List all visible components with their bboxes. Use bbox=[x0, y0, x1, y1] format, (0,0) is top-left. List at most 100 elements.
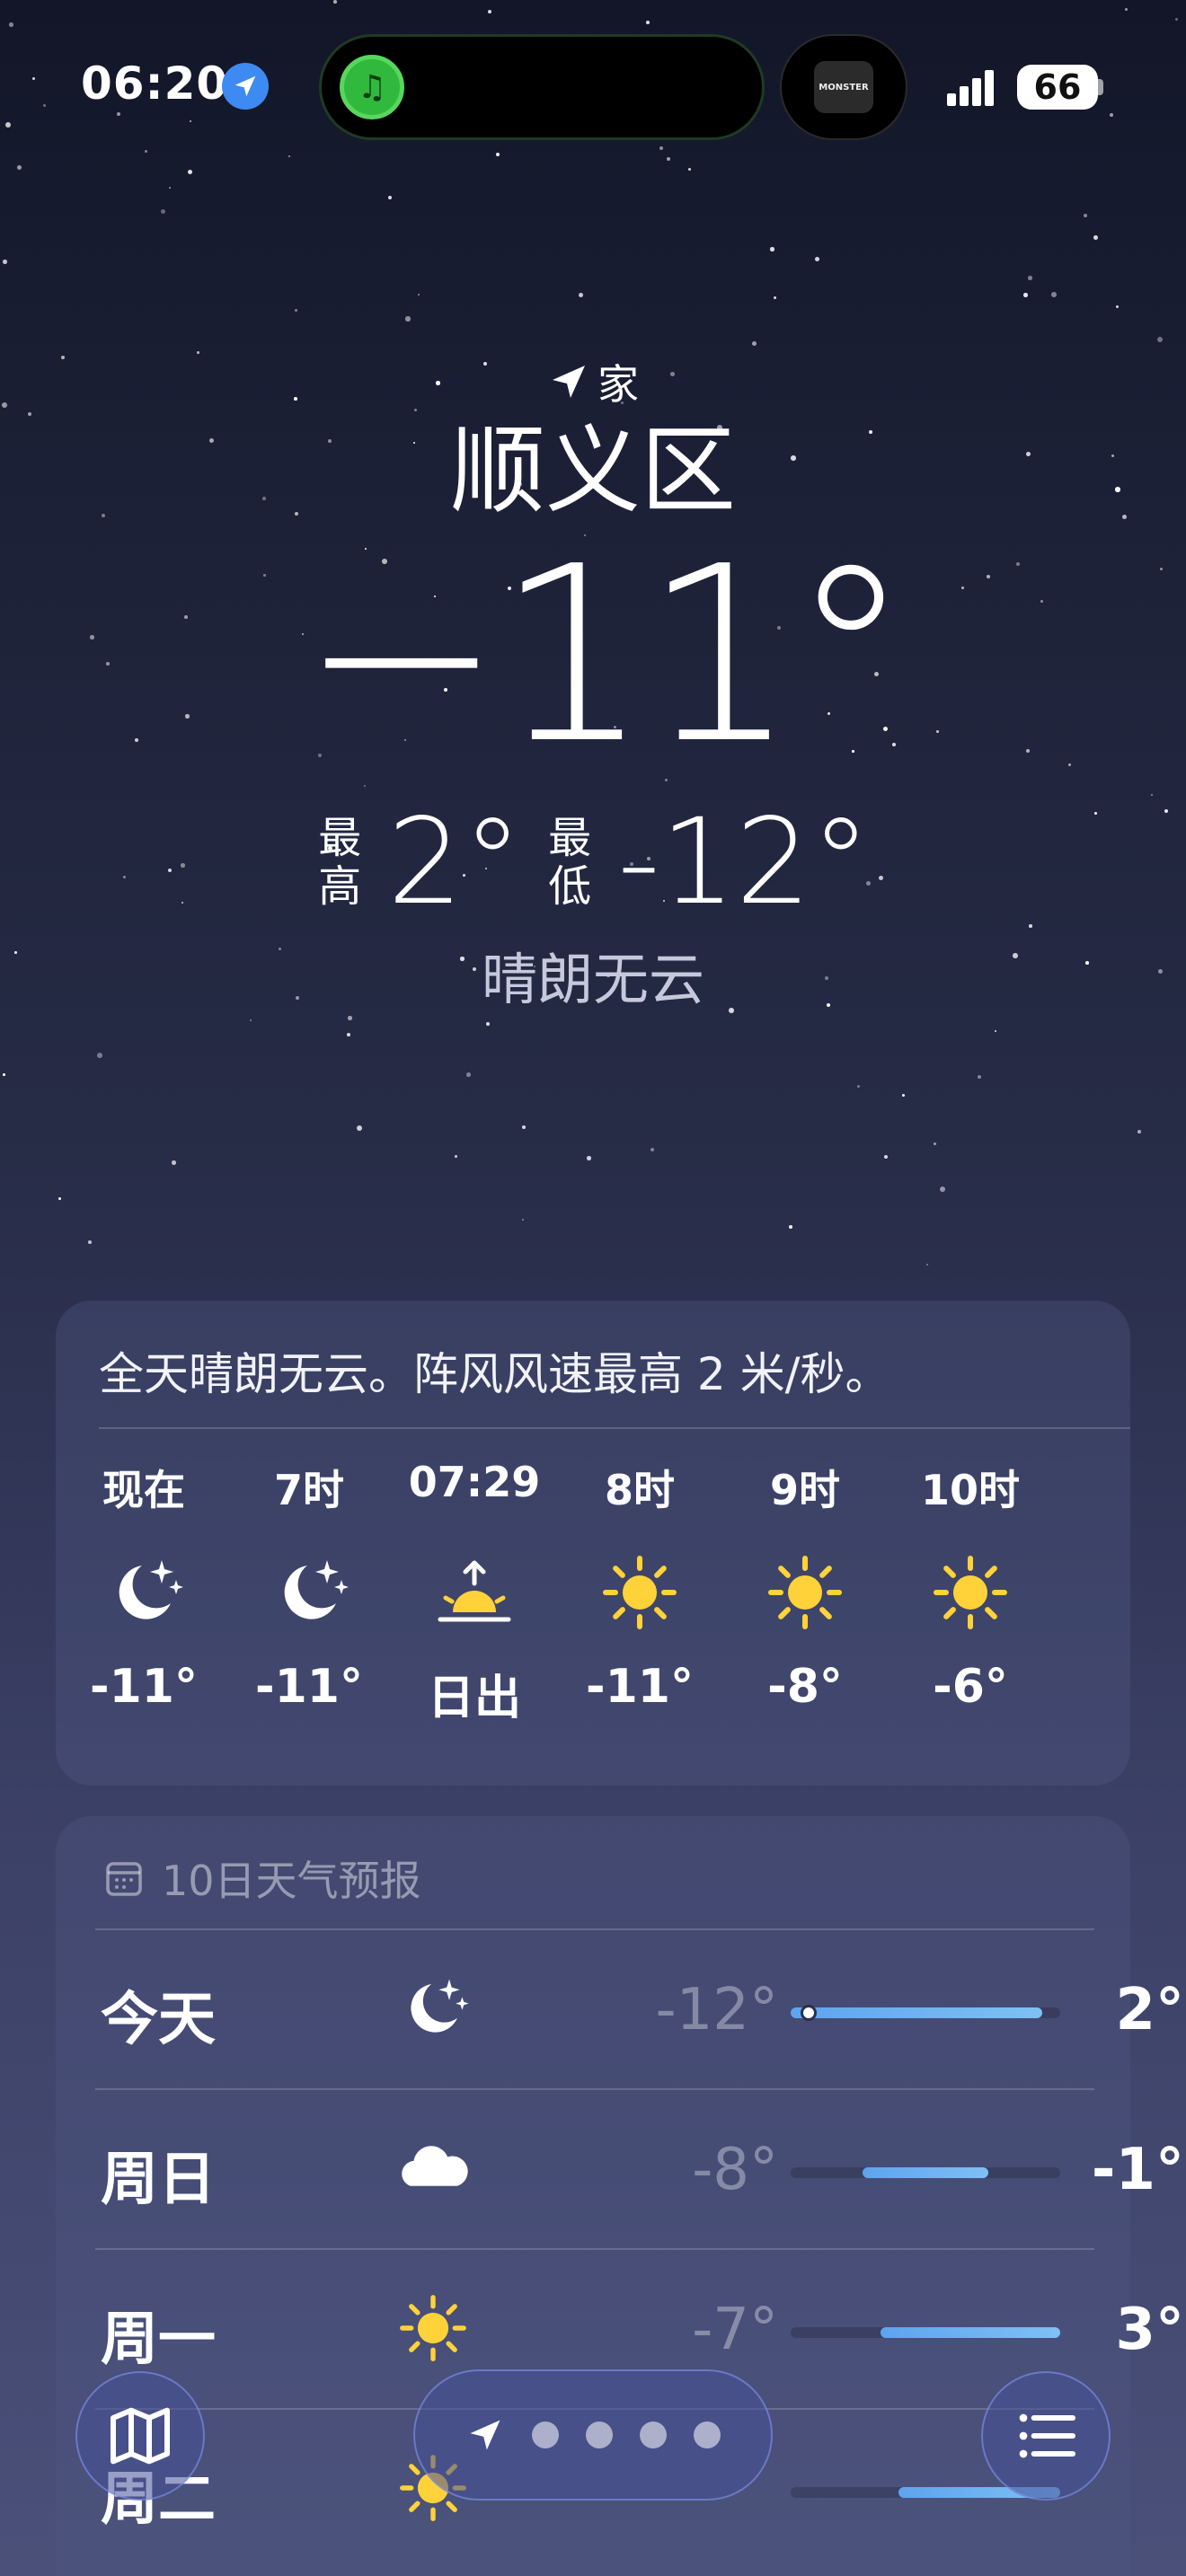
page-dot[interactable] bbox=[640, 2422, 667, 2448]
star bbox=[587, 1156, 591, 1160]
hour-temperature: -11° bbox=[90, 1660, 198, 1714]
location-page-icon[interactable] bbox=[465, 2415, 505, 2455]
star bbox=[774, 296, 776, 299]
hour-label: 8时 bbox=[604, 1466, 675, 1514]
page-dot[interactable] bbox=[586, 2422, 613, 2448]
day-low-temp: -7° bbox=[692, 2297, 778, 2363]
divider bbox=[95, 2248, 1094, 2250]
location-arrow-icon bbox=[553, 366, 585, 398]
map-icon bbox=[111, 2407, 170, 2465]
page-dot[interactable] bbox=[694, 2422, 721, 2448]
day-name: 周一 bbox=[101, 2307, 216, 2373]
sunrise-icon bbox=[429, 1548, 519, 1637]
day-name: 周日 bbox=[101, 2147, 216, 2213]
moon-stars-icon bbox=[264, 1548, 354, 1637]
star bbox=[418, 294, 420, 296]
star bbox=[455, 1155, 458, 1159]
low-value: -12° bbox=[617, 793, 871, 931]
temperature-range-bar bbox=[863, 2167, 988, 2178]
divider bbox=[95, 1928, 1094, 1930]
page-dot[interactable] bbox=[532, 2422, 559, 2448]
star bbox=[902, 1094, 906, 1098]
cloud-icon bbox=[388, 2128, 478, 2209]
hour-temperature: -8° bbox=[767, 1660, 843, 1714]
star bbox=[995, 1030, 997, 1033]
star bbox=[88, 1240, 92, 1244]
star bbox=[934, 1142, 936, 1145]
high-label: 最高 bbox=[318, 813, 362, 912]
hour-column: 现在 -11° bbox=[63, 1458, 225, 1763]
map-button[interactable] bbox=[75, 2371, 205, 2501]
hour-column: 8时 -11° bbox=[559, 1458, 721, 1763]
hour-label: 07:29 bbox=[408, 1458, 541, 1506]
day-high-temp: 2° bbox=[1115, 1977, 1184, 2043]
star bbox=[940, 1187, 945, 1192]
star bbox=[522, 1219, 525, 1222]
status-time: 06:20 bbox=[81, 57, 229, 110]
star bbox=[466, 1072, 471, 1077]
divider bbox=[95, 2088, 1094, 2090]
star bbox=[97, 1053, 102, 1058]
star bbox=[1023, 293, 1028, 297]
moon-stars-icon bbox=[99, 1548, 189, 1637]
hour-column: 10时 -6° bbox=[890, 1458, 1051, 1763]
sun-icon bbox=[925, 1548, 1015, 1637]
sun-icon bbox=[760, 1548, 850, 1637]
high-value: 2° bbox=[387, 793, 523, 931]
star bbox=[405, 316, 411, 322]
temperature-range-bar bbox=[791, 2007, 1042, 2018]
dynamic-island-secondary[interactable]: MONSTER bbox=[780, 34, 907, 140]
location-tag-label: 家 bbox=[597, 360, 639, 409]
dynamic-island[interactable]: ♫ bbox=[319, 34, 765, 140]
star bbox=[579, 293, 583, 297]
star bbox=[58, 1197, 61, 1200]
star bbox=[486, 1022, 491, 1027]
day-high-temp: -1° bbox=[1091, 2137, 1184, 2203]
star bbox=[161, 209, 166, 215]
temperature-range-track bbox=[791, 2005, 1060, 2021]
hourly-forecast-card[interactable]: 全天晴朗无云。阵风风速最高 2 米/秒。 现在 -11° 7时 -11° 07:… bbox=[56, 1301, 1130, 1786]
forecast-day-row[interactable]: 今天 -12° 2° bbox=[95, 1928, 1184, 2088]
star bbox=[815, 257, 820, 262]
star bbox=[651, 1148, 654, 1151]
calendar-icon bbox=[106, 1862, 142, 1896]
high-low-row: 最高 2° 最低 -12° bbox=[0, 799, 1186, 925]
location-tag: 家 bbox=[0, 350, 1186, 413]
hour-label: 现在 bbox=[102, 1466, 185, 1514]
star bbox=[926, 1264, 929, 1266]
star bbox=[169, 187, 172, 190]
hour-temperature: -11° bbox=[255, 1660, 363, 1714]
star bbox=[978, 1075, 982, 1080]
cellular-signal-icon bbox=[947, 66, 1005, 106]
star bbox=[348, 1016, 352, 1020]
music-app-icon[interactable]: ♫ bbox=[340, 55, 404, 119]
page-indicator[interactable] bbox=[413, 2369, 773, 2501]
star bbox=[884, 1155, 889, 1160]
hour-temperature: -11° bbox=[586, 1660, 694, 1714]
low-label: 最低 bbox=[548, 813, 592, 912]
star bbox=[172, 1160, 176, 1165]
star bbox=[1093, 235, 1098, 240]
hour-column: 9时 -8° bbox=[724, 1458, 886, 1763]
hour-column: 7时 -11° bbox=[228, 1458, 390, 1763]
star bbox=[1028, 276, 1032, 280]
star bbox=[388, 196, 393, 200]
temperature-range-track bbox=[791, 2327, 1060, 2338]
day-high-temp: 3° bbox=[1115, 2297, 1184, 2363]
city-list-button[interactable] bbox=[981, 2371, 1111, 2501]
battery-icon: 66 bbox=[1017, 65, 1098, 110]
battery-tip bbox=[1098, 79, 1103, 95]
day-low-temp: -12° bbox=[655, 1977, 778, 2043]
star bbox=[295, 309, 298, 313]
list-icon bbox=[1019, 2413, 1075, 2458]
hour-temperature: -6° bbox=[933, 1660, 1008, 1714]
divider bbox=[99, 1427, 1130, 1429]
forecast-day-row[interactable]: 周日 -8° -1° bbox=[95, 2088, 1184, 2248]
temperature-range-track bbox=[791, 2167, 1060, 2178]
hour-label: 10时 bbox=[920, 1466, 1020, 1514]
ten-day-title: 10日天气预报 bbox=[162, 1857, 421, 1905]
hour-label: 9时 bbox=[769, 1466, 840, 1514]
star bbox=[3, 1073, 5, 1076]
day-low-temp: -8° bbox=[692, 2137, 778, 2203]
star bbox=[857, 1085, 860, 1088]
